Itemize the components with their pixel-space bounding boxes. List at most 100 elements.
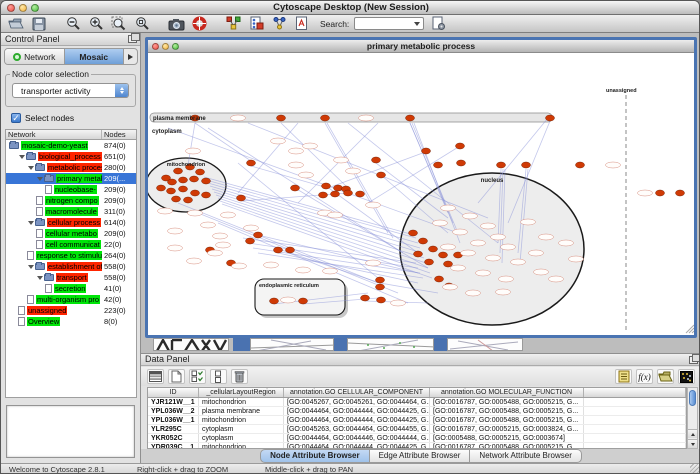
tab-mosaic[interactable]: Mosaic [65,49,125,64]
tree-row[interactable]: Overview8(0) [6,316,136,327]
network-node[interactable] [331,191,340,197]
expander-icon[interactable] [37,276,43,280]
table-cell[interactable]: cytoplasm [199,425,284,433]
advanced-search-icon[interactable] [429,16,447,32]
network-node[interactable] [247,160,256,166]
resize-grip[interactable] [690,464,700,474]
more-tabs-button[interactable] [124,49,137,64]
network-node[interactable] [656,190,665,196]
network-node[interactable] [422,148,431,154]
tree-row-label[interactable]: transport [56,273,88,282]
node-label[interactable] [221,212,236,218]
network-node[interactable] [376,284,385,290]
network-node[interactable] [202,178,211,184]
tree-row[interactable]: multi-organism pro42(0) [6,294,136,305]
network-node[interactable] [179,177,188,183]
node-label[interactable] [476,270,491,276]
node-label[interactable] [213,233,228,239]
node-label[interactable] [188,210,203,216]
node-label[interactable] [281,297,296,303]
node-label[interactable] [391,300,406,306]
tree-row-label[interactable]: Overview [27,317,60,326]
tab-network-attribute-browser[interactable]: Network Attribute Browser [470,449,581,463]
import-network-icon[interactable] [224,16,242,32]
birdseye-view[interactable] [6,405,135,458]
node-label[interactable] [296,267,311,273]
node-label[interactable] [471,240,486,246]
node-label[interactable] [346,168,361,174]
node-label[interactable] [168,228,183,234]
tree-row-label[interactable]: cell communicat [45,240,101,249]
table-row[interactable]: YPL036W__2plasma membrane[GO:0044464, GO… [148,407,686,416]
network-node[interactable] [286,247,295,253]
node-label[interactable] [569,256,584,262]
column-header[interactable]: ID [148,388,199,397]
annotation-icon[interactable] [293,16,311,32]
network-node[interactable] [406,115,415,121]
node-label[interactable] [299,172,314,178]
tree-row[interactable]: cell communicat22(0) [6,239,136,250]
tree-row[interactable]: cellular metabo209(0) [6,228,136,239]
network-node[interactable] [372,157,381,163]
network-node[interactable] [237,195,246,201]
network-edge[interactable] [214,192,424,258]
background-window-fragment[interactable] [447,338,523,351]
tree-row[interactable]: primary metabo209(... [6,173,136,184]
float-panel-icon[interactable] [689,356,698,364]
node-label[interactable] [359,115,374,121]
tree-row[interactable]: metabolic process280(0) [6,162,136,173]
help-icon[interactable] [190,16,208,32]
table-cell[interactable]: YPL036W__2 [148,407,199,415]
compartment-plasma-membrane[interactable] [150,113,552,122]
network-node[interactable] [334,185,343,191]
node-label[interactable] [453,229,468,235]
zoom-in-icon[interactable] [87,16,105,32]
scroll-up-icon[interactable] [688,429,697,438]
node-label[interactable] [323,268,338,274]
network-node[interactable] [254,232,263,238]
table-cell[interactable]: [GO:0005488, GO:0005215, GO:0003674] [430,434,584,442]
network-node[interactable] [522,162,531,168]
network-node[interactable] [277,115,286,121]
search-dropdown-icon[interactable] [411,18,422,29]
attribute-table[interactable]: ID_cellularLayoutRegionannotation.GO CEL… [147,387,687,449]
network-node[interactable] [157,185,166,191]
table-row[interactable]: YJR121W__1mitochondrion[GO:0045267, GO:0… [148,398,686,407]
network-node[interactable] [676,190,685,196]
background-window-fragment[interactable] [153,338,229,351]
network-node[interactable] [274,247,283,253]
network-node[interactable] [439,252,448,258]
table-cell[interactable]: YKR052C [148,434,199,442]
combo-stepper-icon[interactable] [115,84,128,97]
node-label[interactable] [511,259,526,265]
node-label[interactable] [529,250,544,256]
table-cell[interactable]: YJR121W__1 [148,398,199,406]
table-cell[interactable]: [GO:0044464, GO:0044446, GO:0044444, G..… [284,434,430,442]
tree-row-label[interactable]: mosaic-demo-yeast [21,141,88,150]
tree-row-label[interactable]: primary metabo [56,174,102,183]
tree-row-label[interactable]: establishment of lo [47,262,102,271]
network-node[interactable] [202,192,211,198]
node-label[interactable] [441,244,456,250]
canvas-resize-grip[interactable] [686,325,694,333]
network-node[interactable] [184,197,193,203]
node-label[interactable] [443,284,458,290]
node-label[interactable] [496,289,511,295]
open-session-icon[interactable] [7,16,25,32]
tree-row-label[interactable]: secretion [54,284,86,293]
node-label[interactable] [501,244,516,250]
node-label[interactable] [463,213,478,219]
node-label[interactable] [466,290,481,296]
tree-row[interactable]: establishment of lo558(0) [6,261,136,272]
node-label[interactable] [534,269,549,275]
network-node[interactable] [377,297,386,303]
network-edge[interactable] [328,151,428,188]
network-node[interactable] [167,188,176,194]
table-cell[interactable]: [GO:0044464, GO:0044444, GO:0044425, G..… [284,416,430,424]
node-label[interactable] [168,245,183,251]
zoom-selected-region-icon[interactable] [110,16,128,32]
table-cell[interactable]: YPL036W__1 [148,416,199,424]
unselect-attributes-icon[interactable] [210,369,227,384]
tab-edge-attribute-browser[interactable]: Edge Attribute Browser [370,449,471,463]
network-node[interactable] [322,183,331,189]
